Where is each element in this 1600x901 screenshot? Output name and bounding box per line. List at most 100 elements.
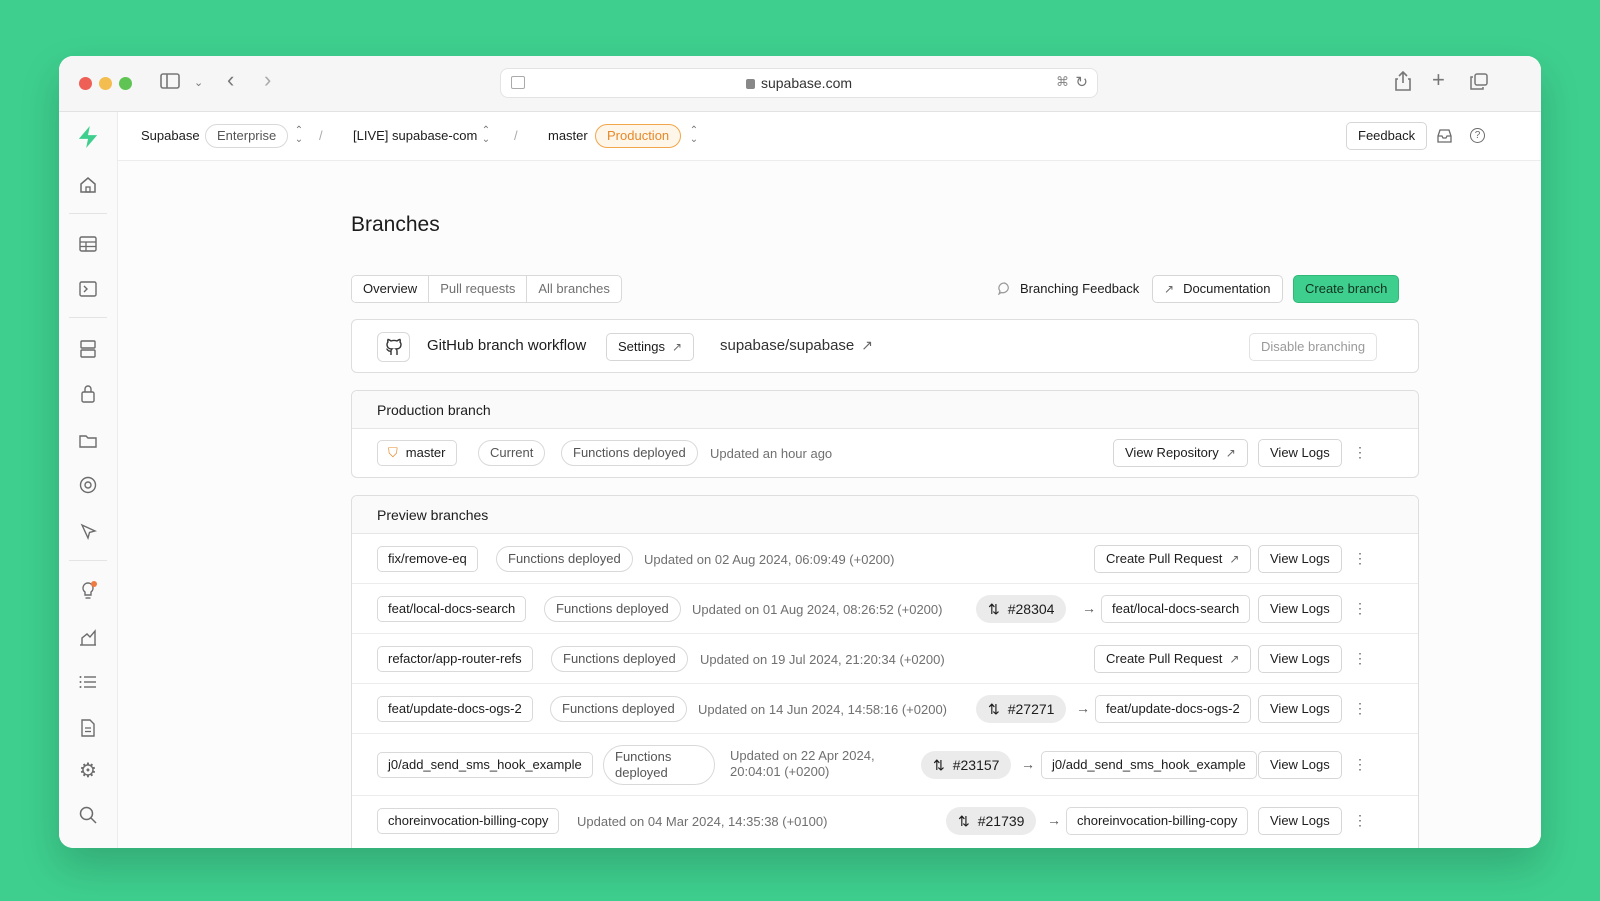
- documentation-button[interactable]: ↗ Documentation: [1152, 275, 1283, 303]
- branch-chip[interactable]: choreinvocation-billing-copy: [377, 808, 560, 834]
- share-icon[interactable]: [1395, 70, 1411, 95]
- branch-tabs: Overview Pull requests All branches: [351, 275, 622, 303]
- kebab-icon[interactable]: ⋮: [1353, 551, 1367, 565]
- plan-badge: Enterprise: [205, 124, 289, 148]
- inbox-icon[interactable]: [1437, 129, 1452, 146]
- org-name[interactable]: Supabase: [141, 128, 200, 143]
- view-logs-button[interactable]: View Logs: [1258, 645, 1342, 673]
- view-repository-button[interactable]: View Repository ↗: [1113, 439, 1248, 467]
- kebab-icon[interactable]: ⋮: [1353, 445, 1367, 459]
- target-branch-chip[interactable]: j0/add_send_sms_hook_example: [1041, 751, 1257, 779]
- arrow-right-icon: →: [1047, 812, 1061, 828]
- app-header: Supabase Enterprise ⌃ ⌄ / [LIVE] supabase…: [118, 112, 1541, 161]
- edge-functions-icon[interactable]: [77, 474, 99, 496]
- tabs-icon[interactable]: [1470, 73, 1488, 94]
- close-window-button[interactable]: [79, 77, 92, 90]
- branch-chip[interactable]: fix/remove-eq: [377, 546, 478, 572]
- tab-pull-requests[interactable]: Pull requests: [429, 276, 528, 302]
- status-badge: Functions deployed: [561, 440, 698, 466]
- branch-chip[interactable]: refactor/app-router-refs: [377, 646, 533, 672]
- plus-icon[interactable]: +: [1432, 69, 1445, 91]
- kebab-icon[interactable]: ⋮: [1353, 601, 1367, 615]
- production-branch-card: Production branch ⛉ master Current Functi…: [351, 390, 1419, 478]
- breadcrumb-separator: /: [319, 128, 323, 143]
- search-icon[interactable]: [77, 804, 99, 826]
- preview-branches-heading: Preview branches: [352, 496, 1418, 534]
- branch-name[interactable]: master: [548, 128, 588, 143]
- pull-request-icon: ⇅: [958, 813, 970, 829]
- advisors-icon[interactable]: [77, 580, 99, 602]
- supabase-logo[interactable]: [77, 126, 99, 148]
- chevron-left-icon[interactable]: ‹: [227, 69, 234, 91]
- branch-switcher-icon[interactable]: ⌃ ⌄: [689, 126, 699, 145]
- target-branch-chip[interactable]: feat/local-docs-search: [1101, 595, 1251, 623]
- table-row: j0/add_send_sms_hook_example Functions de…: [352, 734, 1418, 796]
- kebab-icon[interactable]: ⋮: [1353, 813, 1367, 827]
- tab-all-branches[interactable]: All branches: [527, 276, 621, 302]
- preview-branches-card: Preview branches fix/remove-eq Functions…: [351, 495, 1419, 848]
- table-editor-icon[interactable]: [77, 233, 99, 255]
- feedback-button[interactable]: Feedback: [1346, 122, 1428, 150]
- translate-icon[interactable]: ⌘: [1056, 74, 1069, 90]
- lock-icon: [745, 79, 755, 89]
- reports-icon[interactable]: [77, 626, 99, 648]
- breadcrumb-separator: /: [514, 128, 518, 143]
- updated-text: Updated on 14 Jun 2024, 14:58:16 (+0200): [698, 702, 948, 717]
- arrow-right-icon: →: [1021, 756, 1035, 772]
- reload-icon[interactable]: ↻: [1075, 73, 1088, 91]
- minimize-window-button[interactable]: [99, 77, 112, 90]
- create-pull-request-button[interactable]: Create Pull Request ↗: [1094, 545, 1252, 573]
- kebab-icon[interactable]: ⋮: [1353, 651, 1367, 665]
- disable-branching-button[interactable]: Disable branching: [1249, 333, 1378, 361]
- github-repo-link[interactable]: supabase/supabase ↗: [720, 337, 873, 354]
- kebab-icon[interactable]: ⋮: [1353, 757, 1367, 771]
- branch-chip[interactable]: ⛉ master: [377, 440, 457, 466]
- logs-icon[interactable]: [77, 671, 99, 693]
- auth-icon[interactable]: [77, 383, 99, 405]
- api-docs-icon[interactable]: [77, 717, 99, 739]
- sql-editor-icon[interactable]: [77, 278, 99, 300]
- pull-request-badge[interactable]: ⇅ #21739: [946, 807, 1037, 835]
- status-badge: Functions deployed: [603, 745, 715, 785]
- view-logs-button[interactable]: View Logs: [1258, 807, 1342, 835]
- branch-chip[interactable]: feat/update-docs-ogs-2: [377, 696, 533, 722]
- view-logs-button[interactable]: View Logs: [1258, 439, 1342, 467]
- pull-request-badge[interactable]: ⇅ #27271: [976, 695, 1067, 723]
- target-branch-chip[interactable]: choreinvocation-billing-copy: [1066, 807, 1249, 835]
- chevron-right-icon[interactable]: ›: [264, 69, 271, 91]
- project-name[interactable]: [LIVE] supabase-com: [353, 128, 477, 143]
- external-link-icon: ↗: [1225, 446, 1236, 460]
- pull-request-badge[interactable]: ⇅ #23157: [921, 751, 1012, 779]
- view-logs-button[interactable]: View Logs: [1258, 751, 1342, 779]
- branch-chip[interactable]: j0/add_send_sms_hook_example: [377, 752, 593, 778]
- settings-icon[interactable]: ⚙: [77, 759, 99, 782]
- table-row: feat/update-docs-ogs-2 Functions deploye…: [352, 684, 1418, 734]
- pull-request-icon: ⇅: [933, 757, 945, 773]
- help-icon[interactable]: ?: [1470, 128, 1485, 143]
- storage-icon[interactable]: [77, 429, 99, 451]
- database-icon[interactable]: [77, 338, 99, 360]
- create-branch-button[interactable]: Create branch: [1293, 275, 1400, 303]
- target-branch-chip[interactable]: feat/update-docs-ogs-2: [1095, 695, 1251, 723]
- branching-feedback-link[interactable]: Branching Feedback: [1020, 281, 1139, 296]
- github-settings-button[interactable]: Settings ↗: [606, 333, 695, 361]
- view-logs-button[interactable]: View Logs: [1258, 695, 1342, 723]
- sidebar-toggle-icon[interactable]: [160, 73, 180, 93]
- external-link-icon: ↗: [1229, 552, 1240, 566]
- maximize-window-button[interactable]: [119, 77, 132, 90]
- create-pull-request-button[interactable]: Create Pull Request ↗: [1094, 645, 1252, 673]
- table-row: fix/remove-eq Functions deployed Updated…: [352, 534, 1418, 584]
- realtime-icon[interactable]: [77, 520, 99, 542]
- view-logs-button[interactable]: View Logs: [1258, 545, 1342, 573]
- project-switcher-icon[interactable]: ⌃ ⌄: [481, 126, 491, 145]
- chat-bubble-icon: [997, 282, 1011, 300]
- kebab-icon[interactable]: ⋮: [1353, 701, 1367, 715]
- view-logs-button[interactable]: View Logs: [1258, 595, 1342, 623]
- branch-chip[interactable]: feat/local-docs-search: [377, 596, 527, 622]
- address-bar[interactable]: supabase.com ⌘ ↻: [500, 68, 1098, 98]
- pull-request-badge[interactable]: ⇅ #28304: [976, 595, 1067, 623]
- tab-overview[interactable]: Overview: [352, 276, 430, 302]
- org-switcher-icon[interactable]: ⌃ ⌄: [294, 126, 304, 145]
- chevron-down-icon[interactable]: ⌄: [194, 73, 203, 93]
- home-icon[interactable]: [77, 174, 99, 196]
